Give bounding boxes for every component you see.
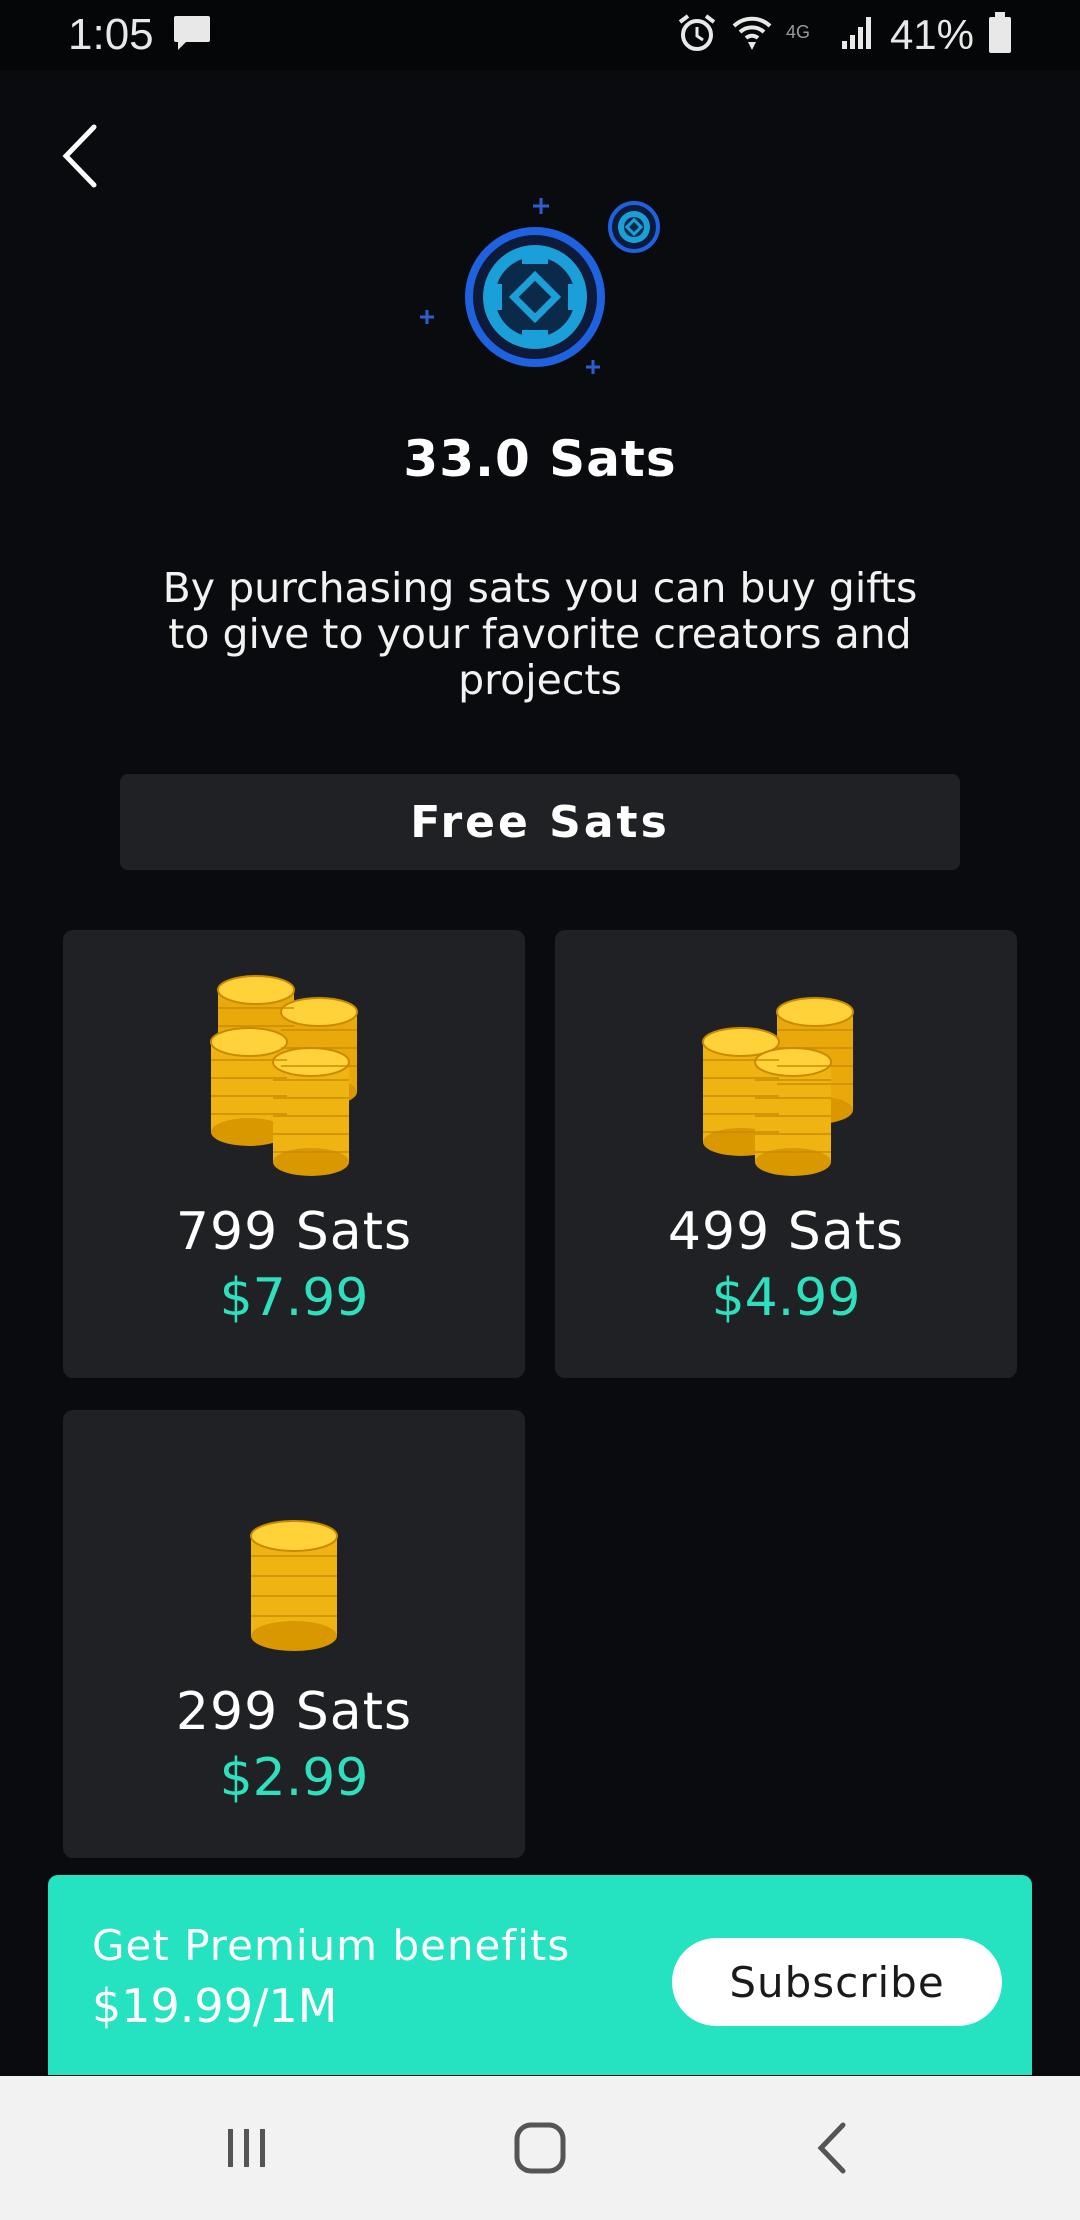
signal-icon bbox=[840, 15, 876, 55]
description-text: By purchasing sats you can buy gifts to … bbox=[162, 564, 918, 704]
status-bar: 1:05 4G 41% bbox=[0, 0, 1080, 70]
back-icon[interactable] bbox=[773, 2098, 893, 2198]
coin-stacks-large-icon bbox=[63, 930, 525, 1190]
package-price: $2.99 bbox=[219, 1748, 369, 1808]
sats-logo-icon bbox=[400, 190, 680, 390]
4g-icon: 4G bbox=[786, 18, 826, 52]
alarm-icon bbox=[676, 12, 718, 58]
coin-stack-small-icon bbox=[63, 1410, 525, 1670]
package-card-799[interactable]: 799 Sats $7.99 bbox=[63, 930, 525, 1378]
package-amount: 799 Sats bbox=[175, 1202, 413, 1262]
home-icon[interactable] bbox=[480, 2098, 600, 2198]
premium-title: Get Premium benefits bbox=[92, 1921, 571, 1970]
package-card-299[interactable]: 299 Sats $2.99 bbox=[63, 1410, 525, 1858]
package-price: $7.99 bbox=[219, 1268, 369, 1328]
back-button[interactable] bbox=[50, 118, 110, 198]
premium-banner: Get Premium benefits $19.99/1M Subscribe bbox=[48, 1875, 1032, 2075]
status-time: 1:05 bbox=[68, 10, 154, 59]
svg-text:4G: 4G bbox=[786, 22, 810, 42]
free-sats-button[interactable]: Free Sats bbox=[120, 774, 960, 870]
package-price: $4.99 bbox=[711, 1268, 861, 1328]
premium-price: $19.99/1M bbox=[92, 1979, 338, 2033]
coin-stacks-medium-icon bbox=[555, 930, 1017, 1190]
system-nav-bar bbox=[0, 2076, 1080, 2220]
subscribe-button[interactable]: Subscribe bbox=[672, 1938, 1002, 2026]
package-amount: 499 Sats bbox=[667, 1202, 905, 1262]
battery-percent: 41% bbox=[889, 11, 974, 58]
sats-balance: 33.0 Sats bbox=[403, 430, 677, 488]
package-amount: 299 Sats bbox=[175, 1682, 413, 1742]
battery-icon bbox=[988, 12, 1012, 58]
back-chevron-icon bbox=[60, 123, 100, 193]
package-card-499[interactable]: 499 Sats $4.99 bbox=[555, 930, 1017, 1378]
wifi-icon bbox=[732, 12, 772, 58]
recent-apps-icon[interactable] bbox=[187, 2098, 307, 2198]
chat-icon bbox=[172, 14, 212, 56]
